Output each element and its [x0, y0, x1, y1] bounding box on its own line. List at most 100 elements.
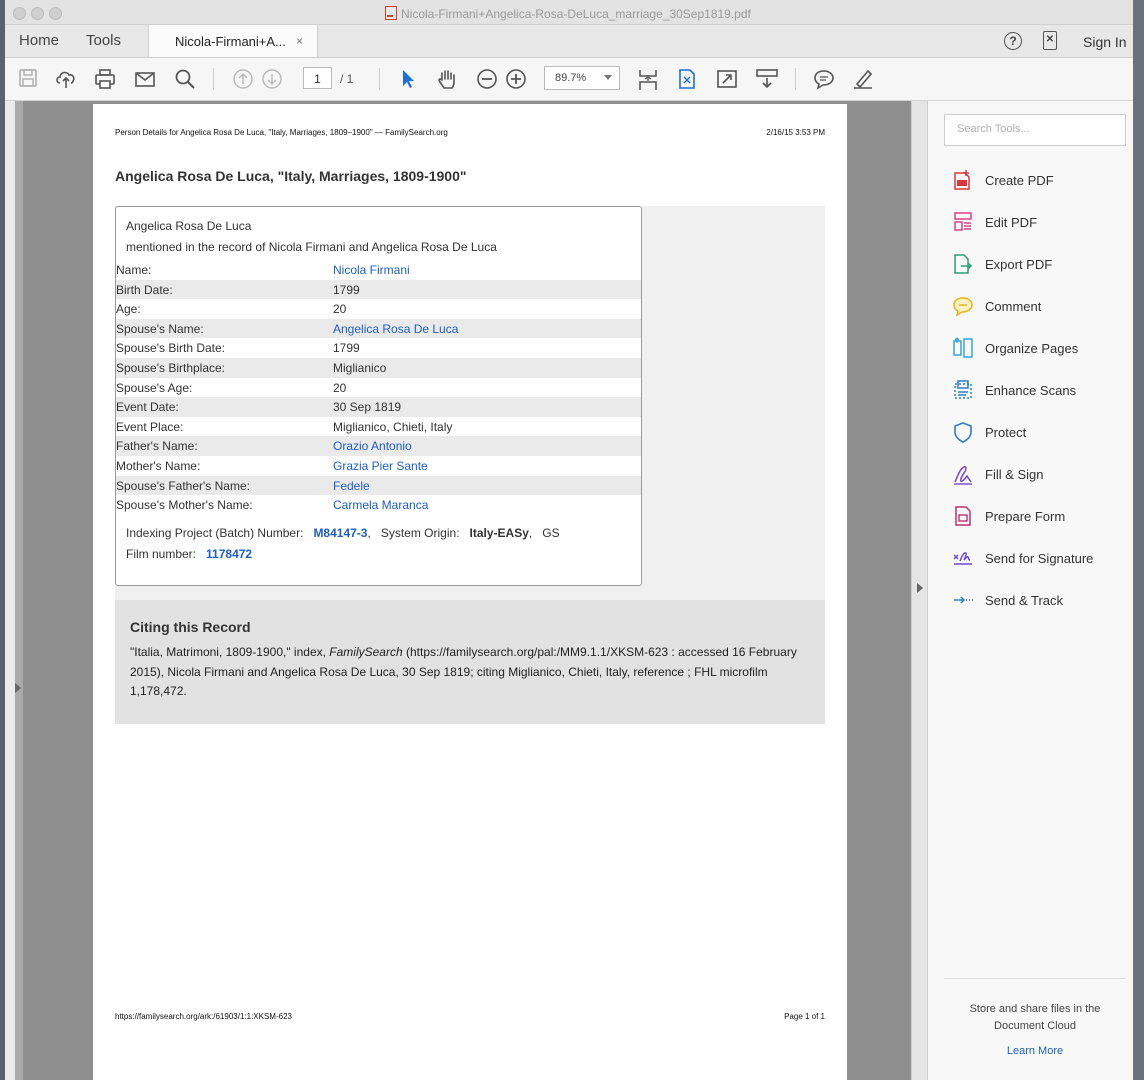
toolbar-separator [795, 68, 796, 90]
fit-page-icon[interactable] [676, 68, 698, 90]
tab-tools[interactable]: Tools [86, 32, 121, 49]
protect-icon [954, 422, 972, 443]
minimize-window-button[interactable] [31, 7, 44, 20]
tool-enhance-scans[interactable]: Enhance Scans [952, 379, 1132, 403]
record-row: Spouse's Birthplace: Miglianico [116, 358, 641, 378]
upload-cloud-icon[interactable] [55, 68, 77, 90]
record-card: Angelica Rosa De Luca mentioned in the r… [115, 206, 642, 586]
search-icon[interactable] [174, 68, 196, 90]
search-tools-input[interactable]: Search Tools... [944, 114, 1126, 146]
comment-icon [953, 297, 973, 317]
save-icon[interactable] [19, 68, 37, 88]
collapse-panel-icon[interactable] [917, 583, 923, 593]
row-label: Event Place: [116, 419, 184, 434]
toolbar-separator [379, 68, 380, 90]
acrobat-window: Nicola-Firmani+Angelica-Rosa-DeLuca_marr… [5, 0, 1138, 1080]
citation-text: "Italia, Matrimoni, 1809-1900," index, F… [130, 643, 815, 702]
row-value-link[interactable]: Angelica Rosa De Luca [333, 322, 458, 336]
print-icon[interactable] [94, 68, 116, 90]
zoom-window-button[interactable] [49, 7, 62, 20]
edit-pdf-icon [954, 212, 972, 231]
left-pane-toggle-icon[interactable] [15, 683, 21, 693]
tool-protect[interactable]: Protect [952, 421, 1132, 445]
page-footer-page: Page 1 of 1 [784, 1012, 825, 1021]
previous-page-icon[interactable] [232, 68, 254, 90]
record-row: Spouse's Age: 20 [116, 378, 641, 398]
tool-label: Create PDF [985, 173, 1054, 188]
page-header-title: Person Details for Angelica Rosa De Luca… [115, 128, 448, 137]
pdf-page: Person Details for Angelica Rosa De Luca… [93, 104, 847, 1080]
record-row: Name: Nicola Firmani [116, 260, 641, 280]
tool-prepare-form[interactable]: Prepare Form [952, 505, 1132, 529]
help-icon[interactable]: ? [1004, 32, 1022, 50]
system-origin-value: Italy-EASy [469, 526, 529, 540]
tools-pane: Search Tools... Create PDF Edit PDF Expo… [928, 101, 1138, 1080]
document-viewer[interactable]: Person Details for Angelica Rosa De Luca… [15, 101, 911, 1080]
row-value-link[interactable]: Nicola Firmani [333, 263, 410, 277]
learn-more-link[interactable]: Learn More [944, 1045, 1126, 1057]
scrolling-mode-icon[interactable] [637, 68, 659, 92]
row-value-link[interactable]: Grazia Pier Sante [333, 459, 428, 473]
full-screen-icon[interactable] [716, 68, 738, 90]
hand-tool-icon[interactable] [436, 68, 458, 90]
record-row: Spouse's Birth Date: 1799 [116, 338, 641, 358]
sign-in-button[interactable]: Sign In [1083, 34, 1127, 50]
citation-text-a: "Italia, Matrimoni, 1809-1900," index, [130, 645, 330, 659]
create-pdf-icon [954, 170, 970, 190]
row-label: Spouse's Birthplace: [116, 361, 226, 375]
batch-number-link[interactable]: M84147-3 [313, 526, 367, 540]
zoom-select[interactable]: 89.7% [544, 66, 620, 90]
highlight-pen-icon[interactable] [852, 68, 874, 90]
panel-splitter[interactable] [911, 101, 928, 1080]
row-value-link[interactable]: Carmela Maranca [333, 498, 428, 512]
comment-icon[interactable] [813, 68, 835, 90]
select-cursor-icon[interactable] [399, 68, 417, 90]
title-bar: Nicola-Firmani+Angelica-Rosa-DeLuca_marr… [5, 0, 1138, 25]
film-line: Film number: 1178472 [126, 547, 252, 561]
next-page-icon[interactable] [261, 68, 283, 90]
zoom-out-icon[interactable] [476, 68, 498, 90]
window-title: Nicola-Firmani+Angelica-Rosa-DeLuca_marr… [385, 6, 751, 21]
record-subtitle: mentioned in the record of Nicola Firman… [126, 240, 497, 254]
tab-close-icon[interactable]: × [296, 34, 303, 48]
tab-bar: Home Tools Nicola-Firmani+A... × ? ✕ Sig… [5, 25, 1138, 58]
read-mode-icon[interactable] [755, 68, 779, 90]
document-cloud-promo: Store and share files in the Document Cl… [969, 1003, 1101, 1032]
row-value-link[interactable]: Fedele [333, 479, 370, 493]
mobile-link-icon[interactable]: ✕ [1043, 31, 1057, 50]
window-title-text: Nicola-Firmani+Angelica-Rosa-DeLuca_marr… [401, 7, 751, 21]
row-label: Event Date: [116, 400, 179, 415]
tool-comment[interactable]: Comment [952, 295, 1132, 319]
tool-send-for-signature[interactable]: Send for Signature [952, 547, 1132, 571]
gs-label: GS [542, 526, 560, 540]
email-icon[interactable] [134, 68, 156, 90]
tool-label: Protect [985, 425, 1027, 440]
panel-divider [944, 978, 1126, 979]
row-value: Miglianico, Chieti, Italy [333, 419, 453, 434]
tool-send-track[interactable]: Send & Track [952, 589, 1132, 613]
indexing-label: Indexing Project (Batch) Number: [126, 526, 304, 540]
row-label: Spouse's Mother's Name: [116, 498, 253, 513]
close-window-button[interactable] [13, 7, 26, 20]
record-person-name: Angelica Rosa De Luca [126, 219, 252, 233]
page-number-input[interactable]: 1 [303, 67, 332, 89]
row-value: 1799 [333, 282, 360, 297]
row-label: Spouse's Name: [116, 321, 204, 336]
row-value-link[interactable]: Orazio Antonio [333, 439, 412, 453]
film-label: Film number: [126, 547, 197, 561]
tool-edit-pdf[interactable]: Edit PDF [952, 211, 1132, 235]
tab-home[interactable]: Home [19, 32, 59, 49]
citation-heading: Citing this Record [130, 619, 251, 635]
tab-document[interactable]: Nicola-Firmani+A... × [148, 25, 318, 57]
comma: , [528, 526, 533, 540]
tool-export-pdf[interactable]: Export PDF [952, 253, 1132, 277]
row-value: 20 [333, 380, 347, 395]
tool-organize-pages[interactable]: Organize Pages [952, 337, 1132, 361]
zoom-in-icon[interactable] [505, 68, 527, 90]
export-pdf-icon [954, 254, 973, 274]
tool-label: Enhance Scans [985, 383, 1077, 398]
tool-label: Comment [985, 299, 1042, 314]
tool-create-pdf[interactable]: Create PDF [952, 169, 1132, 193]
tool-fill-sign[interactable]: Fill & Sign [952, 463, 1132, 487]
film-number-link[interactable]: 1178472 [206, 547, 252, 561]
